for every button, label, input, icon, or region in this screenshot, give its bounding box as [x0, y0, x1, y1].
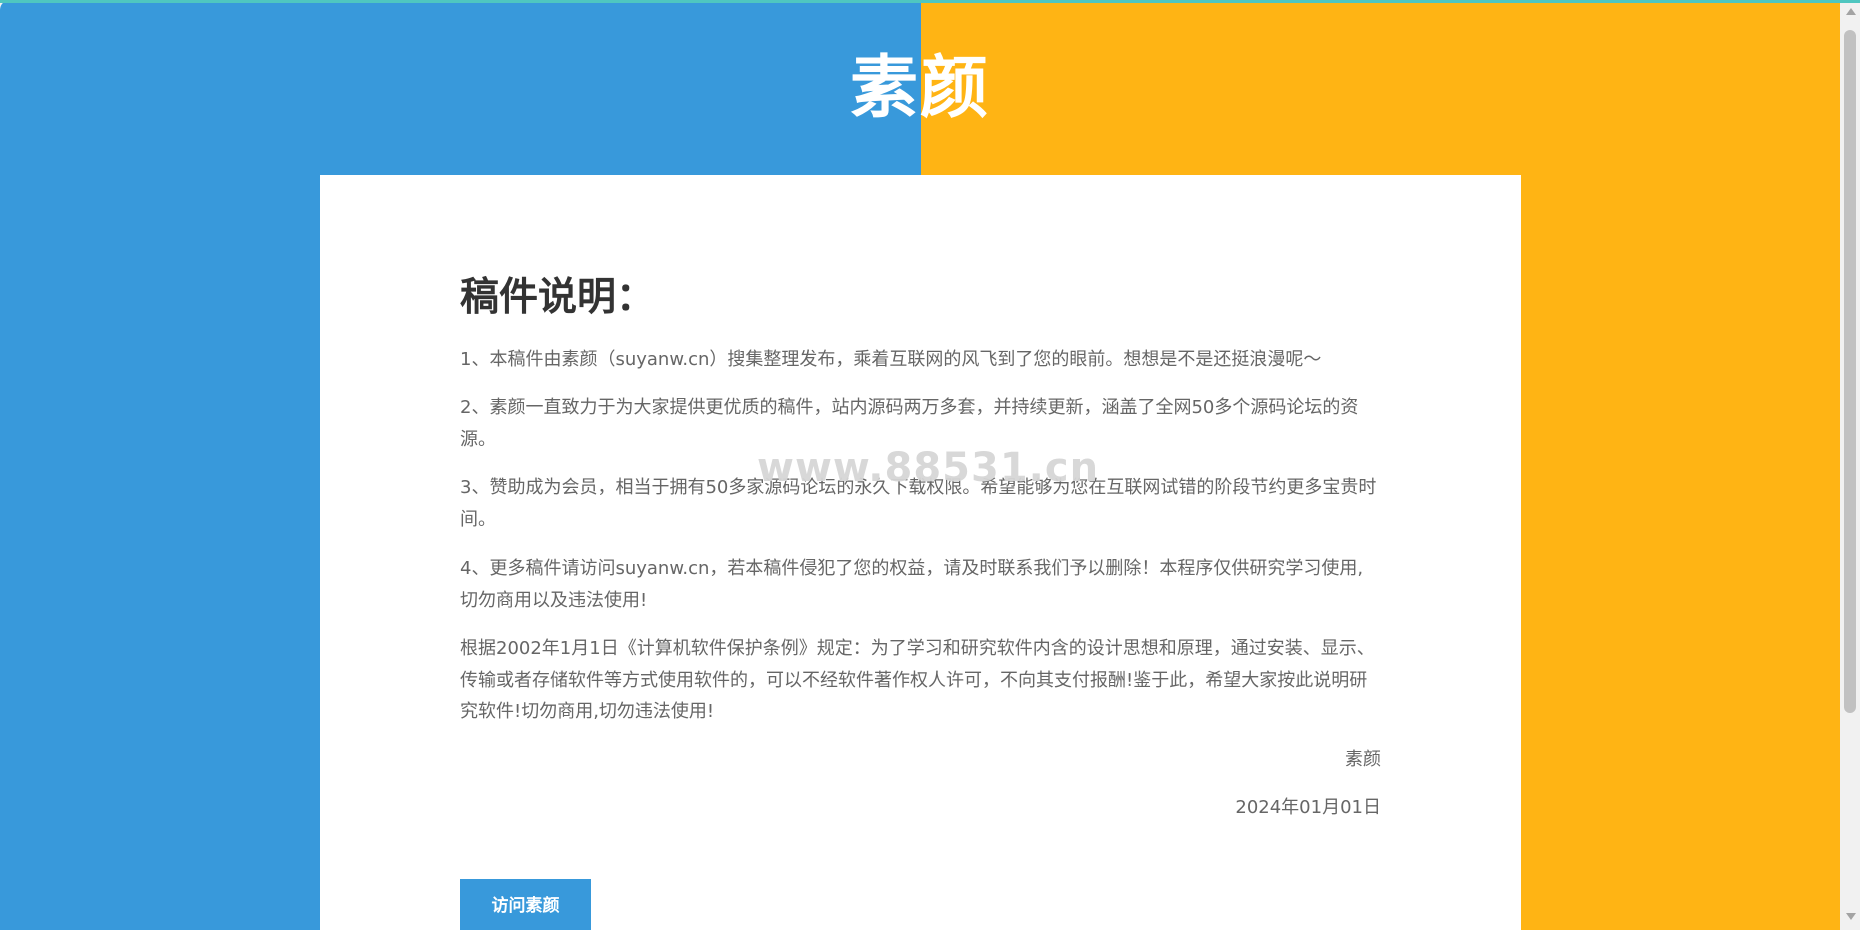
site-title: 素颜: [849, 49, 990, 128]
article-paragraph-4: 4、更多稿件请访问suyanw.cn，若本稿件侵犯了您的权益，请及时联系我们予以…: [460, 558, 1364, 611]
article-heading: 稿件说明：: [460, 275, 656, 320]
scroll-down-arrow-icon[interactable]: [1846, 913, 1856, 920]
scroll-up-arrow-icon[interactable]: [1846, 8, 1856, 15]
top-accent-bar: [0, 0, 1860, 3]
signature-date: 2024年01月01日: [1235, 797, 1381, 818]
article-card: 稿件说明： 1、本稿件由素颜（suyanw.cn）搜集整理发布，乘着互联网的风飞…: [320, 175, 1521, 930]
watermark-text: www.88531.cn: [757, 445, 1100, 491]
article-paragraph-1: 1、本稿件由素颜（suyanw.cn）搜集整理发布，乘着互联网的风飞到了您的眼前…: [460, 349, 1322, 370]
legal-notice-paragraph: 根据2002年1月1日《计算机软件保护条例》规定：为了学习和研究软件内含的设计思…: [460, 638, 1375, 722]
visit-site-button[interactable]: 访问素颜: [460, 879, 591, 930]
scrollbar-thumb[interactable]: [1844, 30, 1856, 713]
vertical-scrollbar[interactable]: [1840, 0, 1860, 930]
signature-name: 素颜: [1345, 749, 1381, 770]
